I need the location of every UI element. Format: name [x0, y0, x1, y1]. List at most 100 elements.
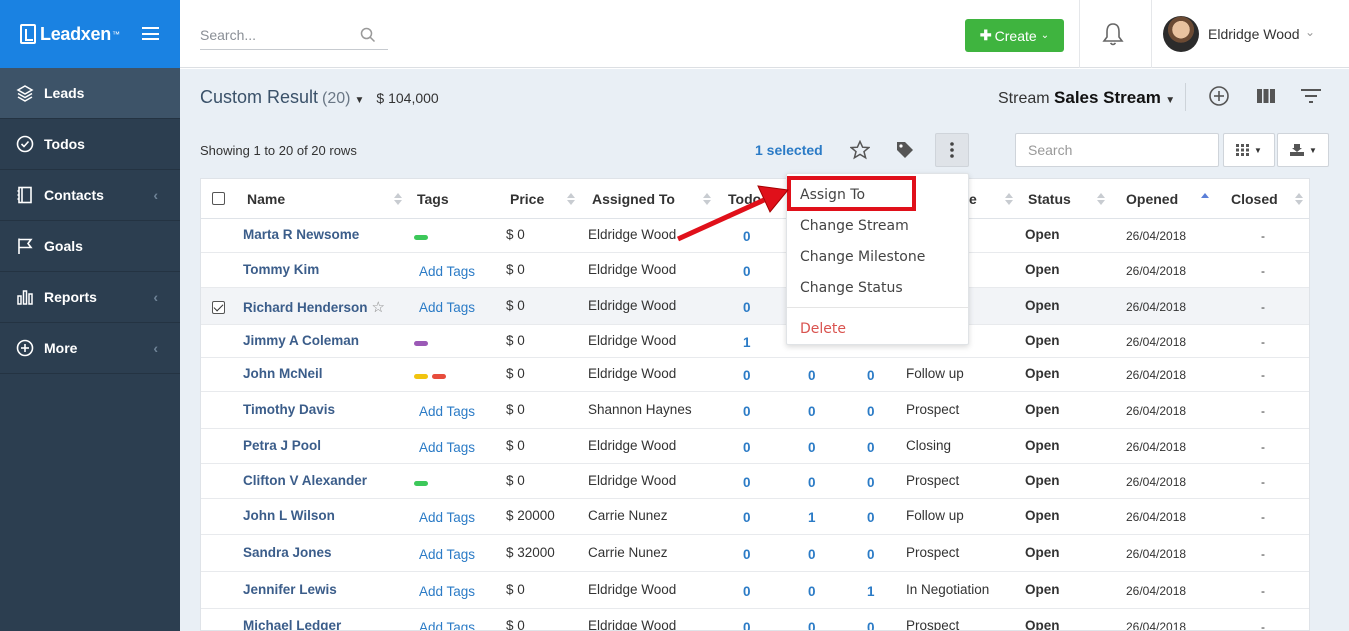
- add-tags-link[interactable]: Add Tags: [419, 440, 475, 455]
- table-row[interactable]: Sandra Jones Add Tags $ 32000 Carrie Nunez 0…: [201, 535, 1309, 572]
- lead-name-link[interactable]: Jimmy A Coleman: [243, 333, 359, 348]
- hamburger-menu-icon[interactable]: [142, 27, 159, 40]
- lead-name[interactable]: Sandra Jones: [243, 545, 332, 560]
- chevron-down-icon[interactable]: ⌄: [1305, 25, 1315, 39]
- lead-name[interactable]: John McNeil: [243, 366, 323, 381]
- more-actions-kebab-icon[interactable]: [935, 133, 969, 167]
- menu-item-change-milestone[interactable]: Change Milestone: [800, 249, 925, 265]
- table-row[interactable]: Jimmy A Coleman $ 0 Eldridge Wood 1 Open 26/0…: [201, 325, 1309, 358]
- todo-count[interactable]: 0: [743, 475, 751, 490]
- lead-name-link[interactable]: Richard Henderson ☆: [243, 298, 385, 316]
- stream-selector[interactable]: Stream Sales Stream ▼: [998, 88, 1175, 108]
- col-header-name[interactable]: Name: [247, 179, 285, 219]
- todo-count[interactable]: 0: [743, 584, 751, 599]
- columns-view-icon[interactable]: [1253, 83, 1279, 109]
- menu-item-change-stream[interactable]: Change Stream: [800, 218, 909, 234]
- col-header-opened[interactable]: Opened: [1126, 179, 1178, 219]
- title-caret-down-icon[interactable]: ▼: [355, 95, 365, 106]
- table-row[interactable]: Timothy Davis Add Tags $ 0 Shannon Haynes 0 0…: [201, 392, 1309, 429]
- add-tags-link[interactable]: Add Tags: [419, 510, 475, 525]
- col-header-assigned-to[interactable]: Assigned To: [592, 179, 675, 219]
- col-header-todo[interactable]: Todo: [728, 179, 761, 219]
- global-search-input[interactable]: [200, 26, 360, 43]
- table-row[interactable]: Tommy Kim Add Tags $ 0 Eldridge Wood 0 Open 26…: [201, 253, 1309, 288]
- lead-name-link[interactable]: Tommy Kim: [243, 262, 319, 277]
- col-header-price[interactable]: Price: [510, 179, 544, 219]
- create-button[interactable]: ✚ Create ⌄: [965, 19, 1064, 52]
- export-dropdown[interactable]: ▼: [1277, 133, 1329, 167]
- count-cell[interactable]: 0: [808, 620, 816, 630]
- count-cell[interactable]: 0: [808, 547, 816, 562]
- user-avatar[interactable]: [1163, 16, 1199, 52]
- select-all-checkbox[interactable]: [212, 192, 225, 205]
- lead-name[interactable]: Timothy Davis: [243, 402, 335, 417]
- add-tags-link[interactable]: Add Tags: [419, 620, 475, 630]
- user-name[interactable]: Eldridge Wood: [1208, 26, 1300, 42]
- col-header-status[interactable]: Status: [1028, 179, 1071, 219]
- filter-icon[interactable]: [1298, 83, 1324, 109]
- todo-count[interactable]: 0: [743, 547, 751, 562]
- todo-count[interactable]: 0: [743, 300, 751, 315]
- menu-item-delete[interactable]: Delete: [800, 321, 846, 337]
- lead-name[interactable]: Clifton V Alexander: [243, 473, 367, 488]
- sort-icon[interactable]: [1005, 193, 1013, 205]
- tag-color-chip[interactable]: [414, 373, 428, 379]
- sort-icon[interactable]: [567, 193, 575, 205]
- star-outline-icon[interactable]: ☆: [372, 299, 385, 316]
- lead-name-link[interactable]: John McNeil: [243, 366, 323, 381]
- brand-name[interactable]: Leadxen: [40, 24, 111, 45]
- lead-name[interactable]: Marta R Newsome: [243, 227, 359, 242]
- sort-icon[interactable]: [1295, 193, 1303, 205]
- lead-name[interactable]: Petra J Pool: [243, 438, 321, 453]
- lead-name[interactable]: Richard Henderson: [243, 300, 368, 315]
- count-cell[interactable]: 0: [808, 368, 816, 383]
- count-cell[interactable]: 0: [867, 620, 875, 630]
- table-row[interactable]: John McNeil $ 0 Eldridge Wood 0 0 0 Follow up O…: [201, 358, 1309, 392]
- tag-color-chip[interactable]: [414, 340, 428, 346]
- menu-item-change-status[interactable]: Change Status: [800, 280, 903, 296]
- lead-name[interactable]: Jimmy A Coleman: [243, 333, 359, 348]
- lead-name-link[interactable]: John L Wilson: [243, 508, 335, 523]
- lead-name[interactable]: John L Wilson: [243, 508, 335, 523]
- count-cell[interactable]: 0: [867, 368, 875, 383]
- lead-name[interactable]: Michael Ledger: [243, 618, 341, 630]
- lead-name-link[interactable]: Sandra Jones: [243, 545, 332, 560]
- table-row[interactable]: Richard Henderson ☆ Add Tags $ 0 Eldridge Wo…: [201, 288, 1309, 325]
- lead-name-link[interactable]: Clifton V Alexander: [243, 473, 367, 488]
- todo-count[interactable]: 0: [743, 440, 751, 455]
- count-cell[interactable]: 1: [867, 584, 875, 599]
- count-cell[interactable]: 0: [867, 475, 875, 490]
- sidebar-item-leads[interactable]: Leads: [0, 68, 180, 119]
- lead-name[interactable]: Tommy Kim: [243, 262, 319, 277]
- count-cell[interactable]: 0: [808, 404, 816, 419]
- count-cell[interactable]: 1: [808, 510, 816, 525]
- lead-name[interactable]: Jennifer Lewis: [243, 582, 337, 597]
- todo-count[interactable]: 0: [743, 404, 751, 419]
- sort-icon[interactable]: [703, 193, 711, 205]
- grid-view-dropdown[interactable]: ▼: [1223, 133, 1275, 167]
- table-row[interactable]: Michael Ledger Add Tags $ 0 Eldridge Wood 0 0…: [201, 609, 1309, 630]
- table-row[interactable]: Jennifer Lewis Add Tags $ 0 Eldridge Wood 0 0…: [201, 572, 1309, 609]
- sidebar-item-goals[interactable]: Goals: [0, 221, 180, 272]
- tag-color-chip[interactable]: [414, 480, 428, 486]
- add-tags-link[interactable]: Add Tags: [419, 547, 475, 562]
- search-icon[interactable]: [360, 27, 376, 43]
- lead-name-link[interactable]: Jennifer Lewis: [243, 582, 337, 597]
- table-row[interactable]: John L Wilson Add Tags $ 20000 Carrie Nunez…: [201, 499, 1309, 535]
- sort-asc-icon[interactable]: [1201, 193, 1209, 205]
- count-cell[interactable]: 0: [808, 584, 816, 599]
- lead-name-link[interactable]: Michael Ledger: [243, 618, 341, 630]
- tag-color-chip[interactable]: [432, 373, 446, 379]
- add-tags-link[interactable]: Add Tags: [419, 300, 475, 315]
- selected-count[interactable]: 1 selected: [755, 142, 823, 158]
- notifications-bell-icon[interactable]: [1102, 22, 1124, 49]
- count-cell[interactable]: 0: [867, 440, 875, 455]
- count-cell[interactable]: 0: [867, 404, 875, 419]
- lead-name-link[interactable]: Petra J Pool: [243, 438, 321, 453]
- table-search-input[interactable]: Search: [1015, 133, 1219, 167]
- count-cell[interactable]: 0: [808, 475, 816, 490]
- lead-name-link[interactable]: Timothy Davis: [243, 402, 335, 417]
- count-cell[interactable]: 0: [808, 440, 816, 455]
- todo-count[interactable]: 0: [743, 620, 751, 630]
- col-header-closed[interactable]: Closed: [1231, 179, 1278, 219]
